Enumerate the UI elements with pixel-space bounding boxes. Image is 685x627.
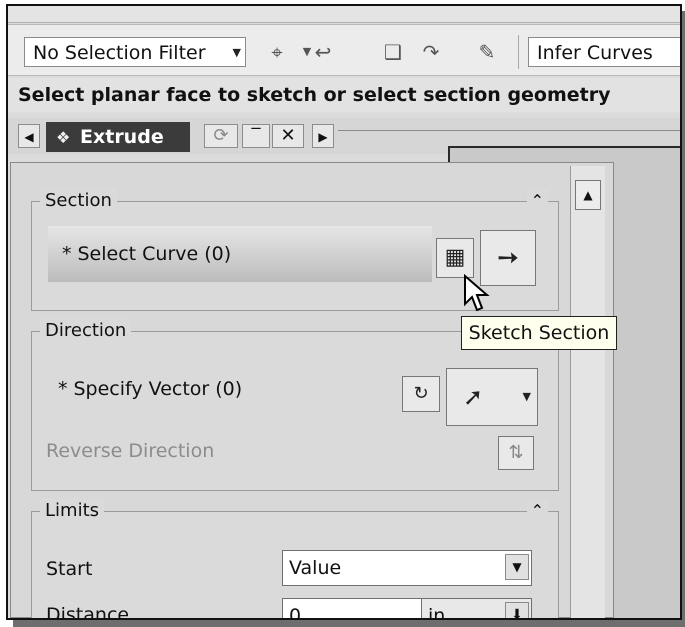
snap-point-icon[interactable]: ⌖	[264, 39, 290, 65]
selection-toolbar: No Selection Filter ▼ ⌖ ▼ ↩ ❑ ↷ ✎ Infer …	[8, 24, 680, 76]
reverse-direction-label: Reverse Direction	[46, 440, 215, 462]
tab-scroll-left-button[interactable]: ◀	[18, 124, 40, 148]
select-curve-label: Select Curve (0)	[77, 243, 232, 265]
tab-divider	[338, 130, 680, 131]
dim-icon[interactable]: ✎	[474, 39, 500, 65]
chevron-down-icon: ▼	[522, 390, 531, 403]
tab-extrude-label: Extrude	[80, 126, 164, 148]
distance-label: Distance	[46, 604, 130, 620]
distance-unit-dropdown[interactable]: in ⬇	[422, 598, 532, 620]
distance-input[interactable]: 0	[282, 598, 422, 620]
undo-icon[interactable]: ↩	[310, 39, 336, 65]
dialog-scrollbar[interactable]: ▲	[570, 166, 605, 618]
direction-group: Direction * Specify Vector (0) ↻ ➚ ▼ Reve…	[31, 318, 559, 491]
start-dropdown[interactable]: Value ▼	[282, 550, 532, 586]
scroll-up-button[interactable]: ▲	[575, 180, 601, 210]
selection-filter-value: No Selection Filter	[33, 42, 206, 64]
toolbar-separator	[518, 35, 519, 69]
sketch-section-button[interactable]: ▦	[436, 238, 474, 278]
apply-icon[interactable]: ⟳	[204, 124, 238, 148]
chevron-down-icon: ▼	[505, 554, 529, 580]
start-value: Value	[289, 557, 342, 579]
close-button[interactable]: ✕	[272, 124, 304, 148]
required-asterisk: *	[58, 378, 68, 400]
collapse-icon[interactable]: ⌃	[526, 499, 548, 523]
extrude-icon: ❖	[56, 128, 71, 147]
section-label: Section	[40, 188, 117, 214]
sketch-section-tooltip: Sketch Section	[461, 316, 617, 350]
curve-icon: ➙	[497, 243, 519, 273]
infer-curves-value: Infer Curves	[537, 42, 653, 64]
select-curve-selector[interactable]: * Select Curve (0)	[48, 226, 432, 282]
reverse-direction-button[interactable]: ⇅	[498, 436, 534, 470]
specify-vector-row[interactable]: * Specify Vector (0)	[58, 378, 242, 400]
orient-view-icon[interactable]: ❑	[380, 39, 406, 65]
distance-value: 0	[289, 605, 302, 620]
tab-scroll-right-button[interactable]: ▶	[312, 124, 334, 148]
vector-icon: ➚	[463, 383, 484, 411]
rotate-icon[interactable]: ↷	[418, 39, 444, 65]
start-label: Start	[46, 558, 93, 580]
specify-vector-label: Specify Vector (0)	[73, 378, 243, 400]
limits-label: Limits	[40, 498, 104, 524]
mouse-cursor-icon	[464, 274, 490, 312]
sketch-section-icon: ▦	[444, 245, 466, 270]
chevron-down-icon: ▼	[232, 46, 241, 59]
reverse-direction-icon: ⇅	[508, 442, 524, 463]
extrude-dialog: Section ⌃ * Select Curve (0) ▦ ➙ Directio…	[10, 162, 614, 618]
tab-extrude[interactable]: ❖ Extrude	[46, 122, 190, 152]
app-window: No Selection Filter ▼ ⌖ ▼ ↩ ❑ ↷ ✎ Infer …	[6, 4, 682, 620]
arrow-down-icon: ⬇	[505, 602, 529, 618]
collapse-icon[interactable]: ⌃	[526, 189, 548, 213]
status-prompt: Select planar face to sketch or select s…	[8, 78, 680, 112]
top-strip	[8, 6, 680, 23]
direction-label: Direction	[40, 318, 132, 344]
required-asterisk: *	[62, 243, 72, 265]
vector-type-dropdown[interactable]: ➚ ▼	[446, 368, 538, 426]
vector-dialog-button[interactable]: ↻	[402, 376, 440, 412]
selection-filter-dropdown[interactable]: No Selection Filter ▼	[24, 37, 246, 67]
minimize-button[interactable]: ‾	[242, 124, 270, 148]
infer-curves-dropdown[interactable]: Infer Curves	[528, 37, 680, 67]
distance-unit: in	[428, 605, 446, 620]
limits-group: Limits ⌃ Start Value ▼ Distance 0 in ⬇	[31, 498, 559, 620]
vector-dialog-icon: ↻	[413, 383, 429, 404]
